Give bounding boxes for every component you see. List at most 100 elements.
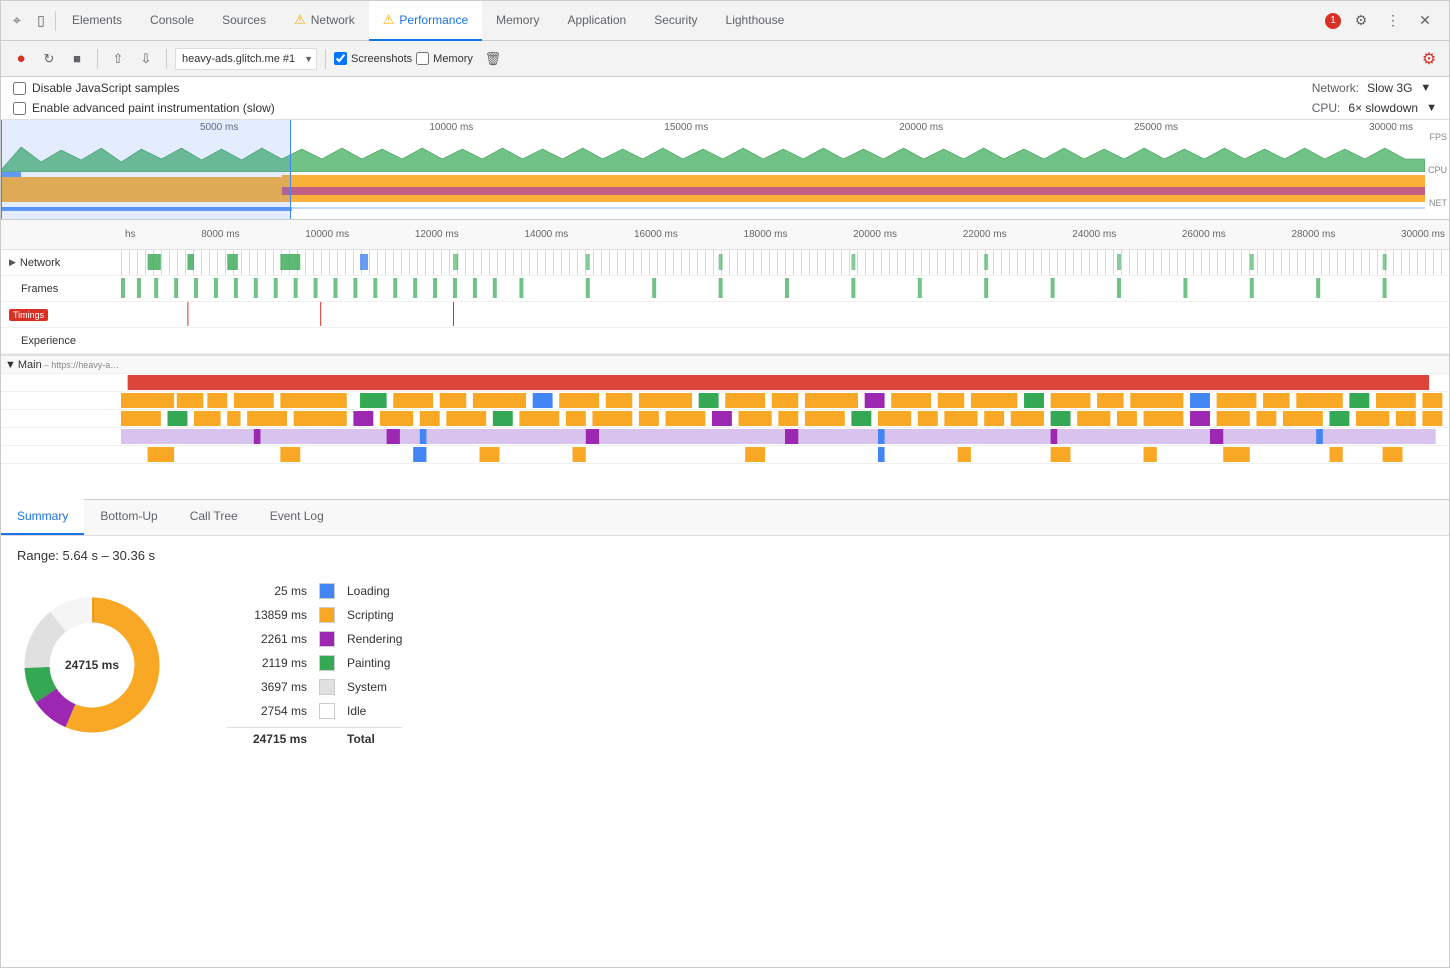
painting-color bbox=[319, 655, 335, 671]
main-url: – https://heavy-ads.glitch.me/?ad=%2Fcpu… bbox=[44, 360, 121, 370]
system-label: System bbox=[347, 680, 387, 694]
network-row: ▶ Network bbox=[1, 250, 1449, 276]
memory-checkbox-label[interactable]: Memory bbox=[416, 52, 473, 65]
toolbar-divider-3 bbox=[325, 49, 326, 69]
overview-time-labels: 5000 ms 10000 ms 15000 ms 20000 ms 25000… bbox=[1, 122, 1421, 133]
network-dropdown[interactable]: ▼ bbox=[1420, 82, 1431, 94]
flame-svg-5 bbox=[121, 446, 1449, 463]
overview-fps-row bbox=[1, 142, 1425, 172]
download-button[interactable]: ⇩ bbox=[134, 47, 158, 71]
reload-record-button[interactable]: ↻ bbox=[37, 47, 61, 71]
tab-bottom-up[interactable]: Bottom-Up bbox=[84, 499, 173, 535]
device-icon[interactable]: ▯ bbox=[29, 9, 53, 33]
net-label-side: NET bbox=[1425, 198, 1449, 208]
donut-center-text: 24715 ms bbox=[65, 658, 119, 672]
legend-idle: 2754 ms Idle bbox=[227, 703, 402, 719]
enable-paint-checkbox[interactable] bbox=[13, 102, 26, 115]
bottom-tabs: Summary Bottom-Up Call Tree Event Log bbox=[1, 500, 1449, 536]
flame-row-4-content bbox=[121, 428, 1449, 445]
cpu-chart bbox=[1, 172, 1425, 202]
close-icon[interactable]: ✕ bbox=[1413, 9, 1437, 33]
tab-sources[interactable]: Sources bbox=[208, 1, 280, 41]
main-label[interactable]: ▼ Main – https://heavy-ads.glitch.me/?ad… bbox=[1, 359, 121, 371]
inspect-icon[interactable]: ⌖ bbox=[5, 9, 29, 33]
flame-row-5 bbox=[1, 446, 1449, 464]
clear-button[interactable]: 🗑 bbox=[481, 47, 505, 71]
cpu-label-side: CPU bbox=[1425, 165, 1449, 175]
record-button[interactable]: ● bbox=[9, 47, 33, 71]
timings-row-content bbox=[121, 302, 1449, 327]
loading-label: Loading bbox=[347, 584, 390, 598]
network-warn-icon: ⚠ bbox=[294, 12, 306, 28]
error-badge[interactable]: 1 bbox=[1325, 13, 1341, 29]
summary-layout: 24715 ms 25 ms Loading 13859 ms Scriptin… bbox=[17, 583, 1433, 746]
disable-js-samples-label: Disable JavaScript samples bbox=[32, 81, 179, 95]
fps-chart bbox=[1, 142, 1425, 172]
experience-row: Experience bbox=[1, 328, 1449, 354]
tab-call-tree[interactable]: Call Tree bbox=[174, 499, 254, 535]
memory-checkbox[interactable] bbox=[416, 52, 429, 65]
disable-js-samples-item: Disable JavaScript samples bbox=[13, 81, 275, 95]
scripting-ms: 13859 ms bbox=[227, 608, 307, 622]
perf-settings: Disable JavaScript samples Enable advanc… bbox=[1, 77, 1449, 120]
perf-right: Network: Slow 3G ▼ CPU: 6× slowdown ▼ bbox=[1312, 81, 1437, 115]
settings-icon[interactable]: ⚙ bbox=[1349, 9, 1373, 33]
screenshots-checkbox[interactable] bbox=[334, 52, 347, 65]
stop-button[interactable]: ■ bbox=[65, 47, 89, 71]
network-value: Slow 3G bbox=[1367, 81, 1412, 95]
legend-system: 3697 ms System bbox=[227, 679, 402, 695]
enable-paint-label: Enable advanced paint instrumentation (s… bbox=[32, 101, 275, 115]
frames-bars bbox=[121, 276, 1449, 300]
tab-performance[interactable]: ⚠ Performance bbox=[369, 1, 482, 41]
legend-loading: 25 ms Loading bbox=[227, 583, 402, 599]
tab-application[interactable]: Application bbox=[553, 1, 640, 41]
loading-ms: 25 ms bbox=[227, 584, 307, 598]
range-label: Range: 5.64 s – 30.36 s bbox=[17, 548, 1433, 563]
tab-bar: ⌖ ▯ Elements Console Sources ⚠ Network ⚠… bbox=[1, 1, 1449, 41]
toolbar-divider-1 bbox=[97, 49, 98, 69]
flame-row-4 bbox=[1, 428, 1449, 446]
net-chart bbox=[1, 205, 1425, 213]
fps-label: FPS bbox=[1425, 132, 1449, 142]
rendering-color bbox=[319, 631, 335, 647]
disable-js-samples-checkbox[interactable] bbox=[13, 82, 26, 95]
frames-row-label: Frames bbox=[1, 283, 121, 295]
flame-svg-1 bbox=[121, 374, 1449, 391]
flame-row-5-content bbox=[121, 446, 1449, 463]
tab-security[interactable]: Security bbox=[640, 1, 711, 41]
upload-button[interactable]: ⇧ bbox=[106, 47, 130, 71]
idle-ms: 2754 ms bbox=[227, 704, 307, 718]
scripting-label: Scripting bbox=[347, 608, 394, 622]
cpu-dropdown[interactable]: ▼ bbox=[1426, 102, 1437, 114]
tab-summary[interactable]: Summary bbox=[1, 499, 84, 535]
cpu-value: 6× slowdown bbox=[1348, 101, 1418, 115]
overview-area[interactable]: 5000 ms 10000 ms 15000 ms 20000 ms 25000… bbox=[1, 120, 1449, 220]
network-row-content bbox=[121, 250, 1449, 275]
rendering-label: Rendering bbox=[347, 632, 402, 646]
tab-console[interactable]: Console bbox=[136, 1, 208, 41]
frames-row: Frames bbox=[1, 276, 1449, 302]
legend-painting: 2119 ms Painting bbox=[227, 655, 402, 671]
session-select[interactable]: heavy-ads.glitch.me #1 bbox=[175, 48, 317, 70]
overview-cpu-row bbox=[1, 172, 1425, 202]
experience-row-content bbox=[121, 328, 1449, 353]
flame-row-2-content bbox=[121, 392, 1449, 409]
timeline-area: hs 8000 ms 10000 ms 12000 ms 14000 ms 16… bbox=[1, 220, 1449, 500]
experience-row-label: Experience bbox=[1, 335, 121, 347]
enable-paint-item: Enable advanced paint instrumentation (s… bbox=[13, 101, 275, 115]
flame-svg-4 bbox=[121, 428, 1449, 445]
tab-memory[interactable]: Memory bbox=[482, 1, 553, 41]
tab-lighthouse[interactable]: Lighthouse bbox=[712, 1, 799, 41]
screenshots-checkbox-label[interactable]: Screenshots bbox=[334, 52, 412, 65]
more-icon[interactable]: ⋮ bbox=[1381, 9, 1405, 33]
timeline-header: hs 8000 ms 10000 ms 12000 ms 14000 ms 16… bbox=[1, 220, 1449, 250]
tab-network[interactable]: ⚠ Network bbox=[280, 1, 369, 41]
timeline-rows[interactable]: ▶ Network bbox=[1, 250, 1449, 499]
settings-gear-icon[interactable]: ⚙ bbox=[1417, 47, 1441, 71]
tab-event-log[interactable]: Event Log bbox=[254, 499, 340, 535]
network-setting: Network: Slow 3G ▼ bbox=[1312, 81, 1437, 95]
tab-elements[interactable]: Elements bbox=[58, 1, 136, 41]
flame-svg-2 bbox=[121, 392, 1449, 409]
network-row-label[interactable]: ▶ Network bbox=[1, 257, 121, 269]
legend-rendering: 2261 ms Rendering bbox=[227, 631, 402, 647]
